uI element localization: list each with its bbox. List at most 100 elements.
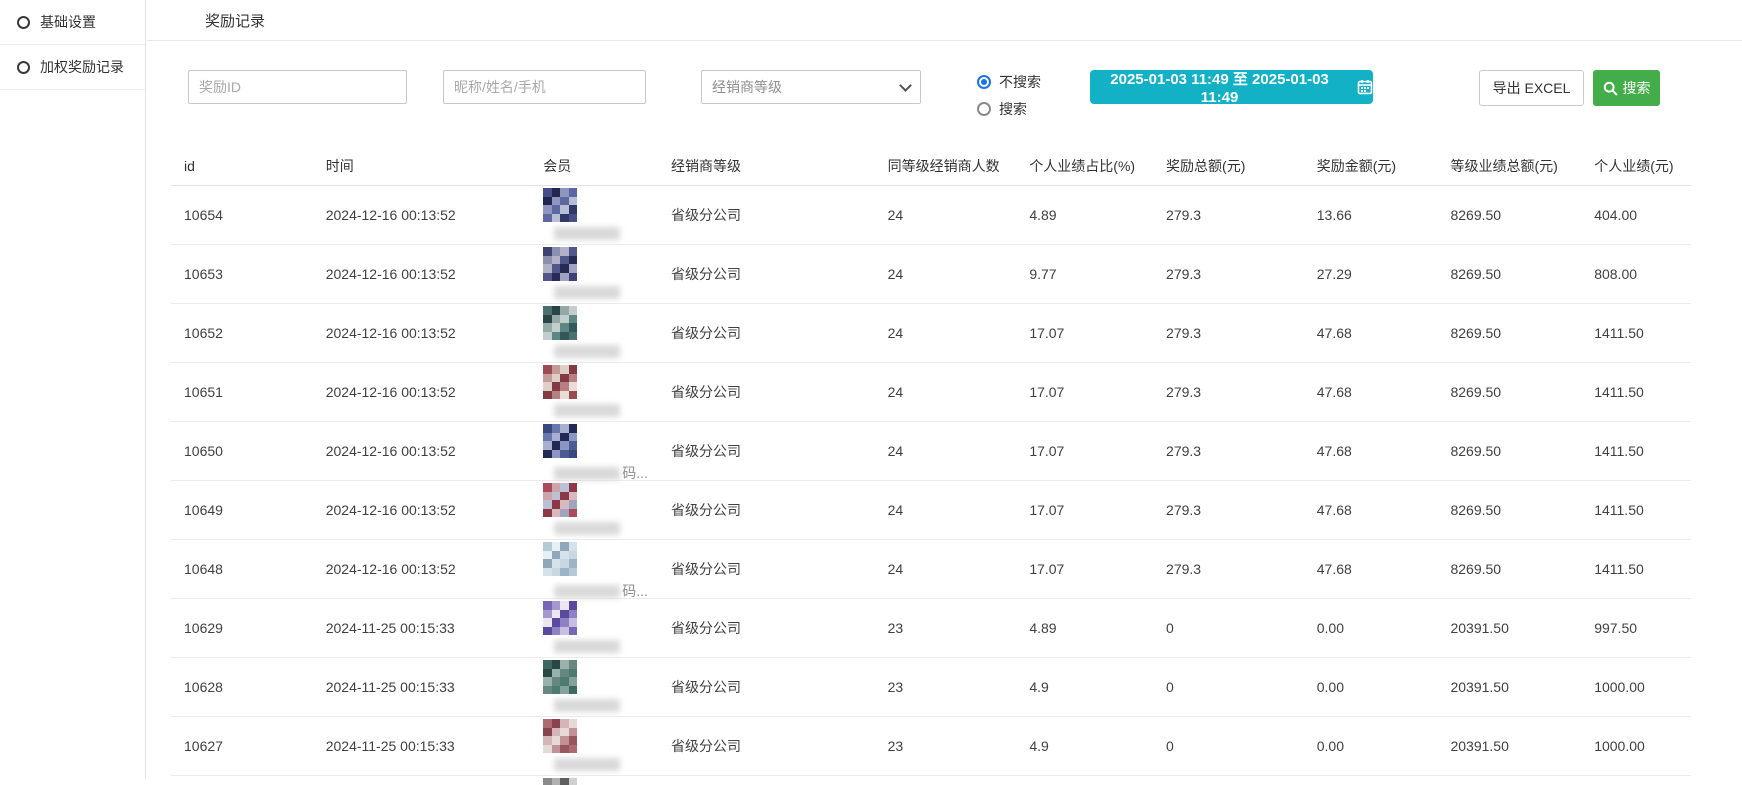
radio-search[interactable]: 搜索 xyxy=(977,99,1041,119)
cell-ratio: 17.07 xyxy=(1016,481,1153,539)
cell-reward_amount: 0.00 xyxy=(1304,599,1438,657)
cell-personal: 1411.50 xyxy=(1581,304,1691,362)
member-name-blurred xyxy=(554,345,620,358)
cell-peer_count: 23 xyxy=(875,717,1017,775)
radio-selected-icon xyxy=(977,75,991,89)
member-name-blurred: 码... xyxy=(554,463,648,483)
cell-level_total: 8269.50 xyxy=(1437,540,1581,598)
cell-id: 10648 xyxy=(171,540,313,598)
search-button-label: 搜索 xyxy=(1623,78,1651,98)
cell-id: 10649 xyxy=(171,481,313,539)
circle-icon xyxy=(17,61,30,74)
cell-reward_amount: 13.66 xyxy=(1304,186,1438,244)
cell-reward_amount: 47.68 xyxy=(1304,481,1438,539)
cell-reward_total: 0 xyxy=(1153,717,1304,775)
cell-peer_count: 24 xyxy=(875,245,1017,303)
cell-level: 省级分公司 xyxy=(658,363,875,421)
cell-time: 2024-12-16 00:13:52 xyxy=(313,186,531,244)
cell-time: 2024-12-16 00:13:52 xyxy=(313,304,531,362)
radio-unselected-icon xyxy=(977,102,991,116)
table-row: 106512024-12-16 00:13:52省级分公司2417.07279.… xyxy=(171,363,1691,422)
sidebar-item-label: 加权奖励记录 xyxy=(40,57,124,77)
cell-level: 省级分公司 xyxy=(658,599,875,657)
table-row: 106282024-11-25 00:15:33省级分公司234.900.002… xyxy=(171,658,1691,717)
member-name-blurred xyxy=(554,286,620,299)
member-cell xyxy=(530,363,658,421)
cell-level: 省级分公司 xyxy=(658,245,875,303)
cell-level_total: 20391.50 xyxy=(1437,658,1581,716)
dealer-level-select-value: 经销商等级 xyxy=(712,77,782,97)
cell-level_total xyxy=(1437,776,1581,785)
cell-ratio: 9.77 xyxy=(1016,245,1153,303)
col-header-dealer-level: 经销商等级 xyxy=(658,156,875,176)
cell-personal: 1000.00 xyxy=(1581,658,1691,716)
cell-time xyxy=(313,776,531,785)
cell-level: 省级分公司 xyxy=(658,717,875,775)
member-name-blurred xyxy=(554,758,620,771)
member-name-suffix: 码... xyxy=(622,581,648,601)
cell-personal: 1411.50 xyxy=(1581,363,1691,421)
member-cell xyxy=(530,481,658,539)
col-header-reward-total: 奖励总额(元) xyxy=(1153,156,1304,176)
search-button[interactable]: 搜索 xyxy=(1593,70,1660,106)
date-range-button[interactable]: 2025-01-03 11:49 至 2025-01-03 11:49 xyxy=(1090,70,1373,104)
cell-ratio: 4.89 xyxy=(1016,599,1153,657)
col-header-reward-amount: 奖励金额(元) xyxy=(1304,156,1438,176)
cell-time: 2024-12-16 00:13:52 xyxy=(313,422,531,480)
cell-level_total: 20391.50 xyxy=(1437,717,1581,775)
member-name-blurred xyxy=(554,699,620,712)
cell-id xyxy=(171,776,313,785)
reward-id-input[interactable] xyxy=(188,70,407,104)
col-header-id: id xyxy=(171,158,313,174)
table-row: 106522024-12-16 00:13:52省级分公司2417.07279.… xyxy=(171,304,1691,363)
cell-personal: 404.00 xyxy=(1581,186,1691,244)
table-row: 106482024-12-16 00:13:52码...省级分公司2417.07… xyxy=(171,540,1691,599)
cell-level_total: 8269.50 xyxy=(1437,422,1581,480)
cell-time: 2024-11-25 00:15:33 xyxy=(313,717,531,775)
date-range-value: 2025-01-03 11:49 至 2025-01-03 11:49 xyxy=(1090,68,1349,106)
sidebar-item-label: 基础设置 xyxy=(40,12,96,32)
cell-level: 省级分公司 xyxy=(658,481,875,539)
cell-reward_total: 279.3 xyxy=(1153,540,1304,598)
cell-personal xyxy=(1581,776,1691,785)
member-avatar xyxy=(543,660,577,694)
cell-reward_amount: 47.68 xyxy=(1304,540,1438,598)
chevron-down-icon xyxy=(899,79,912,92)
sidebar-item-basic-settings[interactable]: 基础设置 xyxy=(0,0,145,45)
cell-reward_total: 279.3 xyxy=(1153,186,1304,244)
member-cell: 码... xyxy=(530,540,658,598)
table-row: 106492024-12-16 00:13:52省级分公司2417.07279.… xyxy=(171,481,1691,540)
cell-level: 省级分公司 xyxy=(658,658,875,716)
cell-level xyxy=(658,776,875,785)
cell-peer_count: 24 xyxy=(875,481,1017,539)
cell-reward_total: 279.3 xyxy=(1153,422,1304,480)
member-avatar xyxy=(543,365,577,399)
cell-time: 2024-11-25 00:15:33 xyxy=(313,658,531,716)
member-cell xyxy=(530,776,658,785)
radio-no-search[interactable]: 不搜索 xyxy=(977,72,1041,92)
cell-reward_total: 0 xyxy=(1153,599,1304,657)
table-row: 106502024-12-16 00:13:52码...省级分公司2417.07… xyxy=(171,422,1691,481)
cell-time: 2024-12-16 00:13:52 xyxy=(313,481,531,539)
member-cell xyxy=(530,304,658,362)
member-avatar xyxy=(543,247,577,281)
dealer-level-select[interactable]: 经销商等级 xyxy=(701,70,921,104)
cell-peer_count: 23 xyxy=(875,599,1017,657)
table-body: 106542024-12-16 00:13:52省级分公司244.89279.3… xyxy=(171,186,1691,785)
cell-personal: 808.00 xyxy=(1581,245,1691,303)
member-avatar xyxy=(543,424,577,458)
export-excel-button[interactable]: 导出 EXCEL xyxy=(1479,70,1584,106)
sidebar-item-weighted-reward-records[interactable]: 加权奖励记录 xyxy=(0,45,145,90)
cell-personal: 997.50 xyxy=(1581,599,1691,657)
cell-level: 省级分公司 xyxy=(658,304,875,362)
title-bar: 奖励记录 xyxy=(147,0,1742,41)
cell-personal: 1000.00 xyxy=(1581,717,1691,775)
cell-peer_count: 24 xyxy=(875,186,1017,244)
cell-ratio: 17.07 xyxy=(1016,540,1153,598)
nickname-input[interactable] xyxy=(443,70,646,104)
cell-level: 省级分公司 xyxy=(658,186,875,244)
radio-search-label: 搜索 xyxy=(999,99,1027,119)
cell-reward_total: 279.3 xyxy=(1153,304,1304,362)
member-name-blurred: 码... xyxy=(554,581,648,601)
cell-reward_total xyxy=(1153,776,1304,785)
